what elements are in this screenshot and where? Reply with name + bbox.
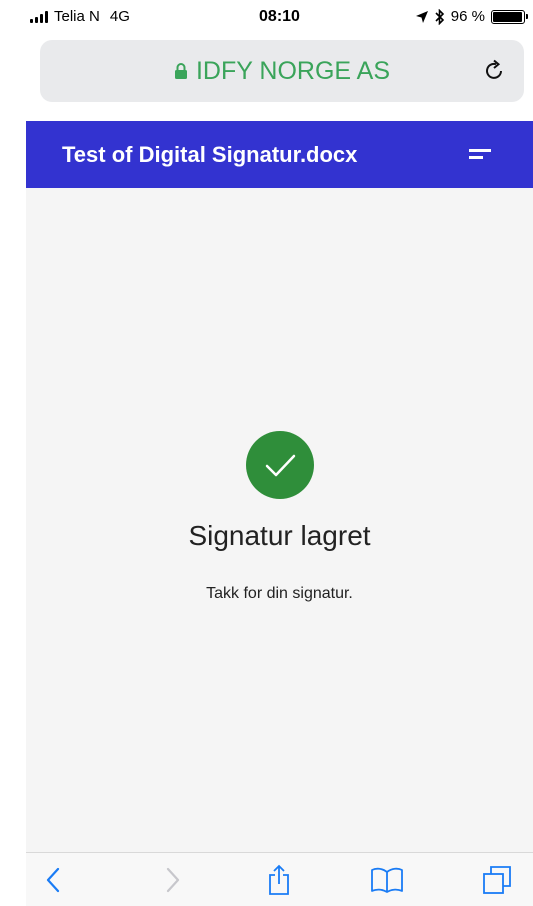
reload-icon[interactable]	[482, 58, 508, 84]
share-button[interactable]	[262, 864, 296, 895]
address-content: IDFY NORGE AS	[40, 40, 524, 102]
document-title: Test of Digital Signatur.docx	[62, 142, 358, 167]
confirmation-message: Takk for din signatur.	[206, 585, 353, 602]
share-icon	[269, 864, 289, 895]
location-arrow-icon	[415, 10, 428, 23]
app-header: Test of Digital Signatur.docx	[26, 121, 533, 188]
back-icon	[46, 867, 60, 893]
success-badge	[246, 431, 314, 499]
bookmarks-icon	[371, 867, 403, 893]
browser-toolbar	[26, 852, 533, 906]
forward-button[interactable]	[156, 865, 190, 895]
tabs-icon	[483, 866, 511, 894]
site-name: IDFY NORGE AS	[195, 56, 391, 85]
confirmation-title: Signatur lagret	[188, 520, 371, 551]
battery-percent: 96 %	[450, 8, 485, 25]
lock-icon	[174, 63, 187, 79]
back-button[interactable]	[36, 865, 70, 895]
phone-screen: Telia N 4G 08:10 96 % IDFY NORGE AS Test…	[0, 0, 533, 906]
forward-icon	[166, 867, 180, 893]
status-bar: Telia N 4G 08:10 96 %	[26, 0, 533, 34]
status-right: 96 %	[415, 8, 528, 25]
address-bar[interactable]: IDFY NORGE AS	[40, 40, 524, 102]
checkmark-icon	[265, 454, 296, 477]
menu-icon[interactable]	[467, 147, 493, 161]
confirmation-panel: Signatur lagret Takk for din signatur.	[26, 188, 533, 852]
tabs-button[interactable]	[480, 865, 514, 895]
battery-icon	[491, 9, 528, 24]
bookmarks-button[interactable]	[370, 865, 404, 895]
battery-level	[493, 11, 522, 22]
bluetooth-icon	[435, 8, 444, 25]
